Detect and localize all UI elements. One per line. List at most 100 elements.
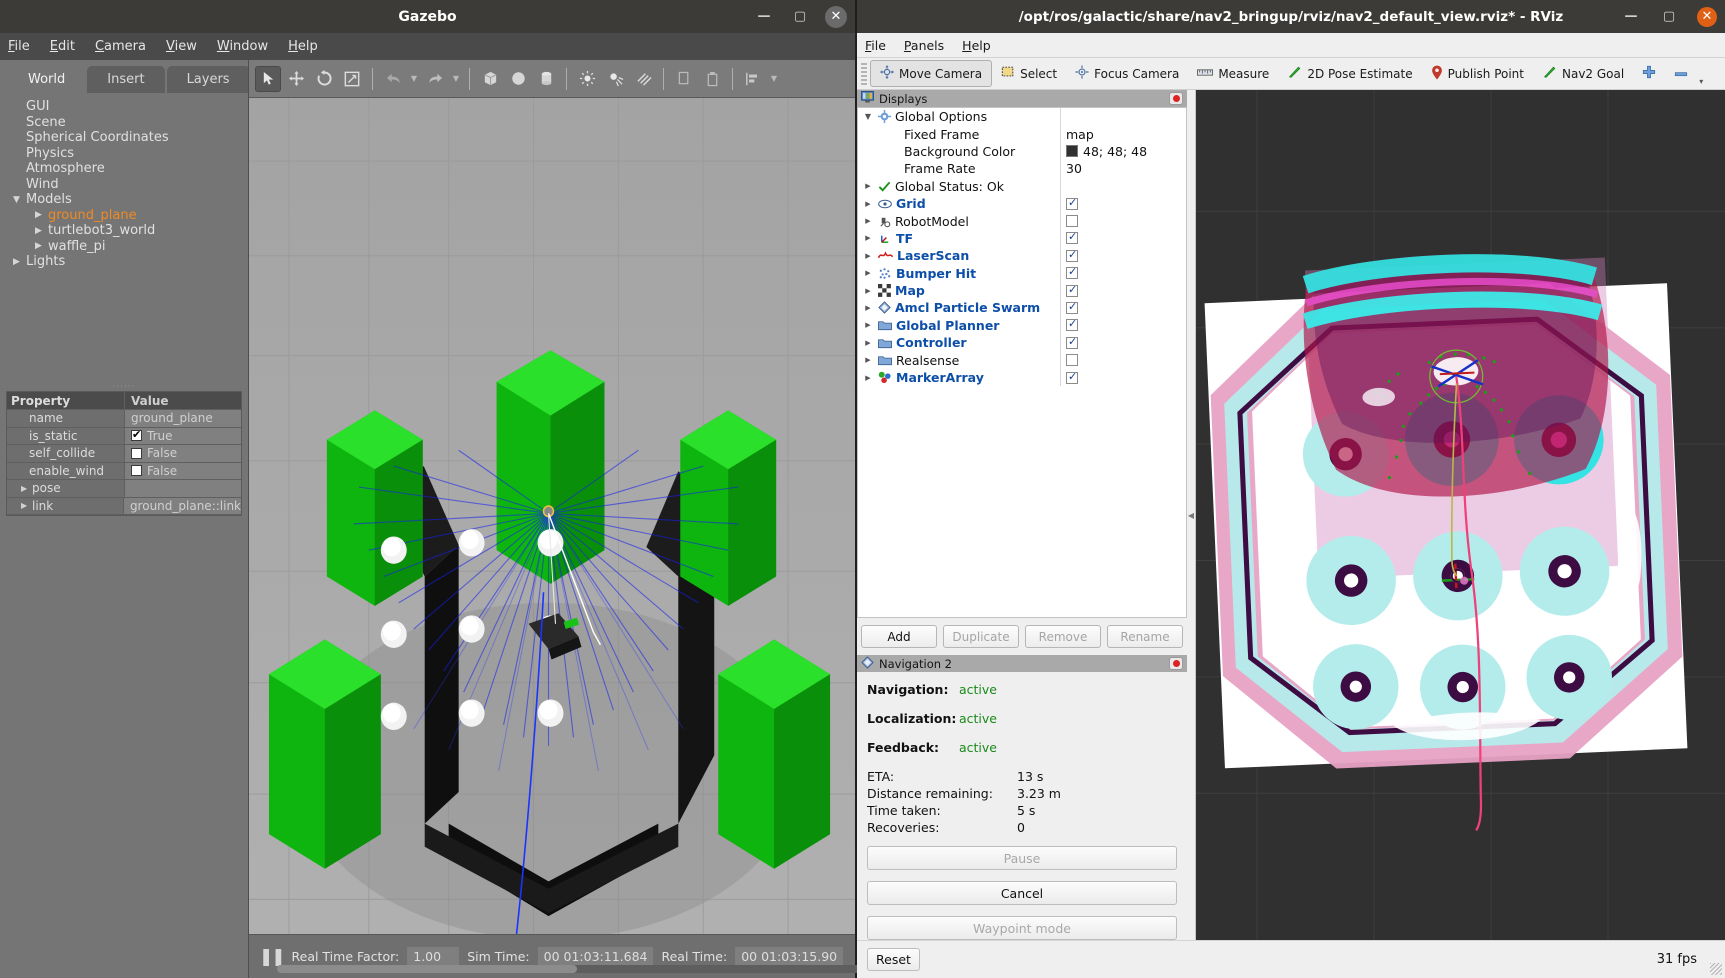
gazebo-tree-item-Wind[interactable]: Wind — [4, 177, 244, 193]
displays-tree[interactable]: ▼Global OptionsFixed FramemapBackground … — [857, 107, 1187, 618]
display-row-controller[interactable]: ▶Controller — [858, 334, 1186, 351]
display-value-cell[interactable] — [1060, 265, 1186, 282]
tree-arrow-icon[interactable]: ▶ — [13, 257, 26, 267]
display-value-cell[interactable] — [1060, 334, 1186, 351]
display-row-markerarray[interactable]: ▶MarkerArray — [858, 369, 1186, 386]
maximize-icon[interactable]: ▢ — [1659, 9, 1679, 24]
close-icon[interactable]: ✕ — [825, 6, 847, 28]
sphere-icon[interactable] — [505, 66, 531, 92]
display-enable-checkbox[interactable] — [1066, 319, 1078, 331]
display-row-global-options[interactable]: ▼Global Options — [858, 108, 1186, 125]
color-swatch-icon[interactable] — [1066, 145, 1078, 157]
property-value[interactable]: ground_plane — [125, 410, 241, 427]
gazebo-menu-window[interactable]: Window — [217, 39, 268, 54]
tree-arrow-icon[interactable]: ▼ — [13, 195, 26, 205]
gazebo-3d-viewport[interactable] — [249, 98, 855, 934]
undo-dropdown-caret[interactable]: ▼ — [408, 74, 420, 83]
undo-icon[interactable] — [380, 66, 406, 92]
toolbar-nav2-goal[interactable]: Nav2 Goal — [1533, 61, 1633, 86]
gazebo-tree-item-ground_plane[interactable]: ▶ground_plane — [4, 208, 244, 224]
property-value[interactable]: True — [125, 428, 241, 445]
toolbar-focus-camera[interactable]: Focus Camera — [1066, 61, 1188, 86]
expand-arrow-icon[interactable]: ▶ — [862, 182, 874, 190]
display-row-amcl-particle-swarm[interactable]: ▶Amcl Particle Swarm — [858, 299, 1186, 316]
display-value-cell[interactable] — [1060, 212, 1186, 229]
displays-rename-button[interactable]: Rename — [1107, 625, 1183, 648]
minimize-icon[interactable]: — — [753, 6, 775, 28]
display-row-bumper-hit[interactable]: ▶Bumper Hit — [858, 265, 1186, 282]
rotate-icon[interactable] — [311, 66, 337, 92]
rviz-3d-viewport[interactable] — [1195, 90, 1725, 940]
expand-arrow-icon[interactable]: ▶ — [21, 484, 30, 493]
gazebo-tree-item-Spherical Coordinates[interactable]: Spherical Coordinates — [4, 130, 244, 146]
toolbar-move-camera[interactable]: Move Camera — [870, 60, 992, 87]
align-icon[interactable] — [740, 66, 766, 92]
gazebo-tree-item-waffle_pi[interactable]: ▶waffle_pi — [4, 239, 244, 255]
redo-icon[interactable] — [422, 66, 448, 92]
display-value-cell[interactable]: 30 — [1060, 160, 1186, 177]
display-enable-checkbox[interactable] — [1066, 250, 1078, 262]
display-row-robotmodel[interactable]: ▶RobotModel — [858, 212, 1186, 229]
gazebo-menu-camera[interactable]: Camera — [95, 39, 146, 54]
display-value-cell[interactable] — [1060, 108, 1186, 125]
translate-icon[interactable] — [283, 66, 309, 92]
property-row[interactable]: ▶pose — [7, 480, 241, 498]
gazebo-tab-insert[interactable]: Insert — [87, 66, 164, 93]
panel-splitter[interactable]: ······ — [0, 383, 248, 391]
directional-light-icon[interactable] — [630, 66, 656, 92]
display-row-global-status-ok[interactable]: ▶Global Status: Ok — [858, 178, 1186, 195]
expand-arrow-icon[interactable]: ▶ — [862, 234, 874, 242]
displays-add-button[interactable]: Add — [861, 625, 937, 648]
displays-remove-button[interactable]: Remove — [1025, 625, 1101, 648]
display-value-cell[interactable] — [1060, 299, 1186, 316]
property-value[interactable]: False — [125, 445, 241, 462]
property-row[interactable]: ▶linkground_plane::link — [7, 498, 241, 516]
property-row[interactable]: nameground_plane — [7, 410, 241, 428]
expand-arrow-icon[interactable]: ▶ — [862, 374, 874, 382]
paste-icon[interactable] — [699, 66, 725, 92]
gazebo-tab-layers[interactable]: Layers — [167, 66, 250, 93]
toolbar-plus[interactable] — [1633, 61, 1665, 86]
display-row-map[interactable]: ▶Map — [858, 282, 1186, 299]
rviz-menu-panels[interactable]: Panels — [904, 38, 944, 53]
gazebo-menu-edit[interactable]: Edit — [50, 39, 75, 54]
display-value-cell[interactable] — [1060, 369, 1186, 386]
gazebo-tree-item-Scene[interactable]: Scene — [4, 115, 244, 131]
display-enable-checkbox[interactable] — [1066, 302, 1078, 314]
tree-arrow-icon[interactable]: ▶ — [35, 241, 48, 251]
property-value[interactable]: False — [125, 463, 241, 480]
reset-button[interactable]: Reset — [867, 948, 920, 971]
display-value-cell[interactable] — [1060, 282, 1186, 299]
toolbar-measure[interactable]: Measure — [1188, 63, 1278, 85]
gazebo-tree-item-Lights[interactable]: ▶Lights — [4, 254, 244, 270]
gazebo-menu-view[interactable]: View — [166, 39, 197, 54]
toolbar-publish-point[interactable]: Publish Point — [1422, 61, 1533, 87]
rviz-menu-help[interactable]: Help — [962, 38, 991, 53]
display-value-cell[interactable] — [1060, 351, 1186, 368]
property-row[interactable]: is_staticTrue — [7, 428, 241, 446]
copy-icon[interactable] — [671, 66, 697, 92]
gazebo-menu-help[interactable]: Help — [288, 39, 318, 54]
display-value-cell[interactable] — [1060, 247, 1186, 264]
expand-arrow-icon[interactable]: ▼ — [862, 112, 874, 121]
display-enable-checkbox[interactable] — [1066, 232, 1078, 244]
expand-arrow-icon[interactable]: ▶ — [862, 252, 874, 260]
property-checkbox[interactable] — [131, 465, 142, 476]
nav2-waypoint-mode-button[interactable]: Waypoint mode — [867, 916, 1177, 940]
display-enable-checkbox[interactable] — [1066, 267, 1078, 279]
display-value-cell[interactable]: map — [1060, 125, 1186, 142]
expand-arrow-icon[interactable]: ▶ — [862, 304, 874, 312]
display-row-global-planner[interactable]: ▶Global Planner — [858, 317, 1186, 334]
gazebo-menu-file[interactable]: File — [8, 39, 30, 54]
toolbar-2d-pose-estimate[interactable]: 2D Pose Estimate — [1278, 61, 1421, 86]
dock-resize-handle[interactable]: ◀ — [1187, 90, 1195, 940]
display-value-cell[interactable]: 48; 48; 48 — [1060, 143, 1186, 160]
gazebo-tree-item-Models[interactable]: ▼Models — [4, 192, 244, 208]
display-value-cell[interactable] — [1060, 317, 1186, 334]
expand-arrow-icon[interactable]: ▶ — [862, 217, 874, 225]
display-enable-checkbox[interactable] — [1066, 372, 1078, 384]
display-row-tf[interactable]: ▶TF — [858, 230, 1186, 247]
display-row-background-color[interactable]: Background Color48; 48; 48 — [858, 143, 1186, 160]
gazebo-world-tree[interactable]: GUISceneSpherical CoordinatesPhysicsAtmo… — [0, 93, 248, 383]
gazebo-tree-item-Physics[interactable]: Physics — [4, 146, 244, 162]
